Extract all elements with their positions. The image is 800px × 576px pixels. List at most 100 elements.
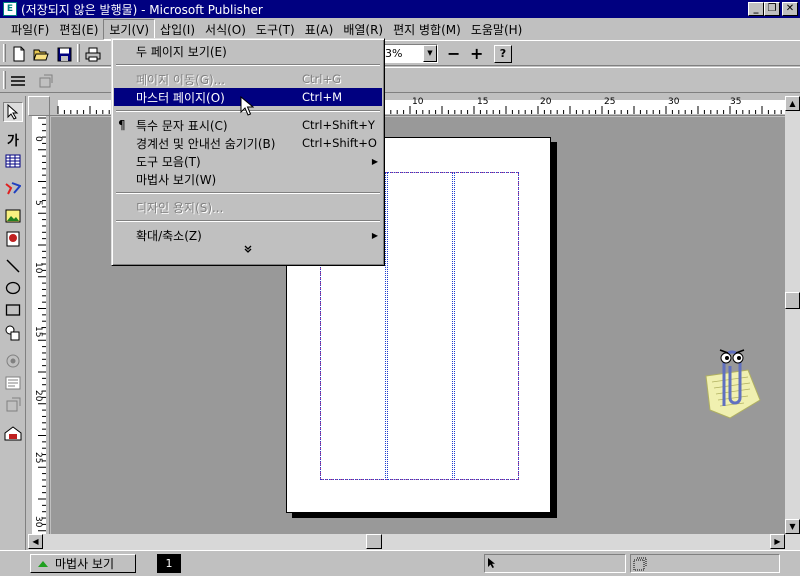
title-bar: E (저장되지 않은 발행물) - Microsoft Publisher _ … <box>0 0 800 18</box>
object-size-icon <box>633 557 647 571</box>
ruler-label: 35 <box>730 97 742 107</box>
menu-item-label: 확대/축소(Z) <box>136 228 202 243</box>
save-icon[interactable] <box>54 44 74 64</box>
menu-item-label: 경계선 및 안내선 숨기기(B) <box>136 136 276 151</box>
ruler-corner[interactable] <box>28 96 50 116</box>
form-control-icon[interactable] <box>3 351 23 371</box>
menu-item-shortcut: Ctrl+G <box>302 72 342 86</box>
table-frame-tool-icon[interactable] <box>3 151 23 171</box>
menu-file[interactable]: 파일(F) <box>6 20 54 39</box>
office-assistant-icon[interactable] <box>692 336 762 429</box>
oval-tool-icon[interactable] <box>3 278 23 298</box>
wizard-toggle-button[interactable]: 마법사 보기 <box>30 554 136 573</box>
menu-view[interactable]: 보기(V) <box>103 18 156 40</box>
vertical-ruler[interactable]: 0 5 10 15 20 25 30 <box>28 116 50 534</box>
submenu-arrow-icon: ▶ <box>371 156 378 166</box>
rectangle-tool-icon[interactable] <box>3 300 23 320</box>
line-tool-icon[interactable] <box>3 256 23 276</box>
menu-tools[interactable]: 도구(T) <box>251 20 300 39</box>
menu-item-shortcut: Ctrl+Shift+O <box>302 136 377 150</box>
scroll-thumb[interactable] <box>785 292 800 309</box>
properties-icon[interactable] <box>36 71 56 91</box>
menu-item-show-wizard[interactable]: 마법사 보기(W) <box>112 170 384 188</box>
menu-separator <box>112 216 384 226</box>
ruler-label: 10 <box>33 262 43 274</box>
menu-item-label: 두 페이지 보기(E) <box>136 44 227 59</box>
menu-item-design-paper: 디자인 용지(S)... <box>112 198 384 216</box>
menu-item-label: 페이지 이동(G)... <box>136 72 226 87</box>
status-bar: 마법사 보기 1 <box>0 550 800 576</box>
scroll-right-button[interactable]: ▶ <box>770 534 785 549</box>
view-menu-dropdown: 두 페이지 보기(E) 페이지 이동(G)... Ctrl+G 마스터 페이지(… <box>111 38 385 266</box>
toolbar-grip[interactable] <box>3 71 6 89</box>
new-document-icon[interactable] <box>9 44 29 64</box>
expand-menu-icon[interactable] <box>112 244 384 258</box>
horizontal-scrollbar[interactable]: ◀ ▶ <box>28 534 800 550</box>
menu-item-zoom[interactable]: 확대/축소(Z) ▶ <box>112 226 384 244</box>
menu-arrange[interactable]: 배열(R) <box>338 20 388 39</box>
menu-insert[interactable]: 삽입(I) <box>155 20 200 39</box>
help-button[interactable]: ? <box>494 45 512 63</box>
menu-item-label: 디자인 용지(S)... <box>136 200 224 215</box>
menu-bar: 파일(F) 편집(E) 보기(V) 삽입(I) 서식(O) 도구(T) 표(A)… <box>0 18 800 40</box>
scroll-up-button[interactable]: ▲ <box>785 96 800 111</box>
scroll-left-button[interactable]: ◀ <box>28 534 43 549</box>
tool-palette: 가 <box>0 96 26 550</box>
restore-button[interactable]: ❐ <box>764 2 780 16</box>
chevron-down-icon[interactable]: ▼ <box>423 45 437 62</box>
menu-separator <box>112 60 384 70</box>
size-field <box>630 554 780 573</box>
menu-item-label: 특수 문자 표시(C) <box>136 118 228 133</box>
html-code-icon[interactable] <box>3 373 23 393</box>
page-navigator[interactable]: 1 <box>157 554 181 573</box>
menu-format[interactable]: 서식(O) <box>200 20 251 39</box>
ruler-label: 15 <box>33 326 43 338</box>
mouse-pointer-icon <box>240 95 255 119</box>
toolbar-grip[interactable] <box>3 44 6 62</box>
menu-item-label: 마법사 보기(W) <box>136 172 217 187</box>
menu-item-go-to-page: 페이지 이동(G)... Ctrl+G <box>112 70 384 88</box>
menu-item-label: 도구 모음(T) <box>136 154 201 169</box>
close-button[interactable]: ✕ <box>782 2 798 16</box>
menu-edit[interactable]: 편집(E) <box>54 20 103 39</box>
menu-mail-merge[interactable]: 편지 병합(M) <box>388 20 466 39</box>
pilcrow-icon: ¶ <box>118 118 126 132</box>
ruler-label: 20 <box>33 390 43 402</box>
triangle-up-icon <box>38 560 48 567</box>
column-guide <box>387 172 453 480</box>
ruler-label: 15 <box>477 97 489 107</box>
open-folder-icon[interactable] <box>31 44 51 64</box>
vertical-scrollbar[interactable]: ▲ ▼ <box>785 96 800 534</box>
wizard-button-label: 마법사 보기 <box>55 557 115 571</box>
menu-item-hide-boundaries[interactable]: 경계선 및 안내선 숨기기(B) Ctrl+Shift+O <box>112 134 384 152</box>
scroll-thumb[interactable] <box>366 534 382 549</box>
menu-item-toolbars[interactable]: 도구 모음(T) ▶ <box>112 152 384 170</box>
text-frame-tool-icon[interactable]: 가 <box>3 129 23 149</box>
menu-item-label: 마스터 페이지(O) <box>136 90 225 105</box>
hot-spot-icon[interactable] <box>3 395 23 415</box>
publisher-icon[interactable]: E <box>3 2 17 16</box>
picture-frame-tool-icon[interactable] <box>3 206 23 226</box>
window-title: (저장되지 않은 발행물) - Microsoft Publisher <box>21 2 263 17</box>
window-controls: _ ❐ ✕ <box>748 2 798 16</box>
align-icon[interactable] <box>8 71 28 91</box>
design-gallery-icon[interactable] <box>3 423 23 443</box>
menu-item-shortcut: Ctrl+Shift+Y <box>302 118 375 132</box>
minimize-button[interactable]: _ <box>748 2 764 16</box>
ruler-label: 5 <box>33 200 43 206</box>
menu-item-shortcut: Ctrl+M <box>302 90 343 104</box>
column-guide <box>454 172 519 480</box>
pointer-tool-icon[interactable] <box>3 102 23 122</box>
menu-help[interactable]: 도움말(H) <box>466 20 528 39</box>
custom-shapes-tool-icon[interactable] <box>3 323 23 343</box>
clip-art-tool-icon[interactable] <box>3 229 23 249</box>
zoom-out-button[interactable]: − <box>447 44 460 64</box>
menu-item-two-page-spread[interactable]: 두 페이지 보기(E) <box>112 42 384 60</box>
ruler-label: 25 <box>33 452 43 464</box>
wordart-tool-icon[interactable] <box>3 178 23 198</box>
zoom-in-button[interactable]: + <box>470 44 483 64</box>
print-icon[interactable] <box>83 44 103 64</box>
menu-table[interactable]: 표(A) <box>300 20 339 39</box>
scroll-down-button[interactable]: ▼ <box>785 519 800 534</box>
ruler-label: 0 <box>33 136 43 142</box>
